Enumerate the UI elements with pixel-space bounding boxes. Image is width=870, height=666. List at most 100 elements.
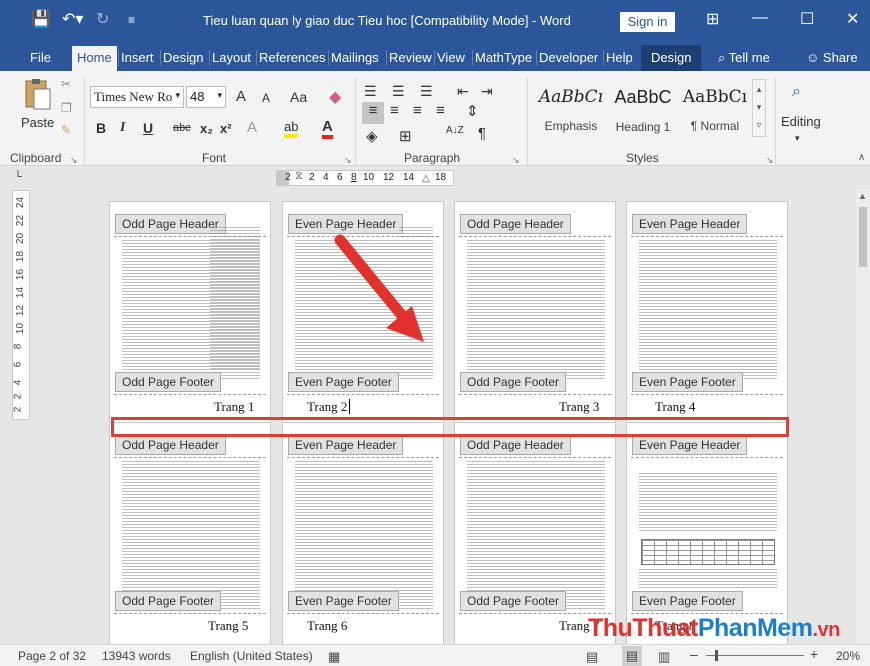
page-header-tag[interactable]: Even Page Header: [632, 435, 748, 455]
dialog-launcher-icon[interactable]: ↘: [344, 155, 352, 166]
paste-button[interactable]: Paste: [21, 115, 54, 130]
macro-recording-icon[interactable]: ▦: [328, 649, 340, 665]
borders-icon[interactable]: ⊞: [399, 127, 412, 145]
zoom-level[interactable]: 20%: [836, 649, 860, 663]
dialog-launcher-icon[interactable]: ↘: [70, 155, 78, 166]
cut-icon[interactable]: ✂: [61, 77, 71, 91]
word-count-status[interactable]: 13943 words: [102, 649, 171, 663]
chevron-down-icon[interactable]: ▾: [175, 90, 180, 101]
copy-icon[interactable]: ❐: [61, 101, 72, 115]
page-footer-tag[interactable]: Odd Page Footer: [460, 591, 567, 611]
tab-review[interactable]: Review: [389, 50, 432, 65]
scroll-up-icon[interactable]: ▲: [858, 191, 867, 201]
italic-button[interactable]: I: [120, 120, 125, 136]
bullets-icon[interactable]: ☰: [364, 83, 377, 100]
tab-view[interactable]: View: [437, 50, 465, 65]
zoom-out-button[interactable]: –: [690, 646, 698, 662]
grow-font-button[interactable]: A: [236, 88, 246, 105]
align-left-icon[interactable]: ≡: [362, 102, 384, 124]
numbering-icon[interactable]: ☰: [392, 83, 405, 100]
shrink-font-button[interactable]: A: [262, 91, 270, 105]
tab-selector-icon[interactable]: └: [14, 171, 22, 183]
tab-developer[interactable]: Developer: [539, 50, 598, 65]
customize-qat-icon[interactable]: ≡: [128, 13, 135, 27]
page-header-tag[interactable]: Odd Page Header: [115, 435, 226, 455]
align-right-icon[interactable]: ≡: [413, 102, 422, 119]
ribbon-display-options-icon[interactable]: ⊞: [706, 9, 719, 29]
page-4[interactable]: Even Page Header Even Page Footer Trang …: [626, 201, 788, 433]
first-line-indent-icon[interactable]: ⧖: [295, 170, 303, 183]
page-6[interactable]: Even Page Header Even Page Footer Trang …: [282, 422, 444, 644]
page-3[interactable]: Odd Page Header Odd Page Footer Trang 3: [454, 201, 616, 433]
undo-icon[interactable]: ↶▾: [62, 9, 83, 29]
paste-icon[interactable]: [20, 77, 54, 110]
read-mode-icon[interactable]: ▤: [586, 649, 598, 665]
style-normal[interactable]: AaBbCı ¶ Normal: [679, 79, 751, 137]
tab-header-footer-design[interactable]: Design: [641, 45, 702, 71]
bold-button[interactable]: B: [96, 120, 106, 136]
print-layout-icon[interactable]: ▤: [622, 646, 642, 666]
editing-button[interactable]: Editing: [781, 114, 821, 129]
font-size-box[interactable]: 48 ▾: [186, 86, 226, 108]
collapse-ribbon-icon[interactable]: ∧: [858, 152, 865, 163]
increase-indent-icon[interactable]: ⇥: [481, 83, 493, 100]
zoom-in-button[interactable]: +: [810, 646, 818, 662]
tab-design[interactable]: Design: [163, 50, 203, 65]
minimize-icon[interactable]: —: [752, 9, 768, 27]
change-case-button[interactable]: Aa: [290, 89, 307, 105]
right-indent-icon[interactable]: △: [422, 173, 430, 184]
page-header-tag[interactable]: Even Page Header: [632, 214, 748, 234]
align-center-icon[interactable]: ≡: [390, 102, 399, 119]
tab-file[interactable]: File: [30, 50, 51, 65]
highlight-color-button[interactable]: ab: [284, 119, 299, 138]
share-button[interactable]: ☺ Share: [806, 50, 858, 65]
tab-layout[interactable]: Layout: [212, 50, 251, 65]
style-emphasis[interactable]: AaBbCı Emphasis: [535, 79, 607, 137]
save-icon[interactable]: 💾: [31, 9, 51, 29]
justify-icon[interactable]: ≡: [436, 102, 445, 119]
clear-formatting-icon[interactable]: ◆: [329, 87, 341, 107]
dialog-launcher-icon[interactable]: ↘: [512, 155, 520, 166]
shading-icon[interactable]: ◈: [366, 127, 378, 145]
underline-button[interactable]: U: [143, 120, 153, 136]
restore-icon[interactable]: ☐: [800, 9, 814, 29]
subscript-button[interactable]: x₂: [200, 121, 213, 136]
dialog-launcher-icon[interactable]: ↘: [766, 155, 774, 166]
tab-home[interactable]: Home: [72, 46, 117, 71]
tab-insert[interactable]: Insert: [121, 50, 154, 65]
zoom-slider-thumb[interactable]: [715, 650, 718, 661]
tell-me-search[interactable]: ⌕ Tell me: [718, 50, 770, 66]
close-icon[interactable]: ✕: [846, 9, 859, 29]
line-spacing-icon[interactable]: ⇕: [466, 102, 479, 120]
tab-mathtype[interactable]: MathType: [475, 50, 532, 65]
tab-help[interactable]: Help: [606, 50, 633, 65]
page-header-tag[interactable]: Odd Page Header: [460, 214, 571, 234]
web-layout-icon[interactable]: ▥: [658, 649, 670, 665]
horizontal-ruler[interactable]: 2 ⧖ 2 4 6 8 10 12 14 △ 18: [276, 170, 454, 186]
page-footer-tag[interactable]: Even Page Footer: [288, 372, 399, 392]
format-painter-icon[interactable]: ✎: [61, 123, 71, 137]
superscript-button[interactable]: x²: [220, 121, 232, 136]
font-color-button[interactable]: A: [322, 118, 333, 139]
page-footer-tag[interactable]: Even Page Footer: [632, 591, 743, 611]
chevron-down-icon[interactable]: ▾: [217, 90, 222, 101]
page-footer-tag[interactable]: Odd Page Footer: [115, 372, 222, 392]
sort-button[interactable]: A↓Z: [446, 126, 464, 136]
vertical-ruler[interactable]: 24 22 20 18 16 14 12 10 8 6 4 2 2: [12, 190, 30, 420]
vertical-scrollbar[interactable]: ▲: [856, 189, 870, 644]
page-footer-tag[interactable]: Even Page Footer: [288, 591, 399, 611]
zoom-slider[interactable]: [706, 655, 804, 656]
style-heading-1[interactable]: AaBbC Heading 1: [607, 79, 679, 137]
page-header-tag[interactable]: Even Page Header: [288, 435, 404, 455]
sign-in-button[interactable]: Sign in: [620, 12, 675, 32]
multilevel-list-icon[interactable]: ☰: [420, 83, 433, 100]
font-family-box[interactable]: Times New Ro ▾: [90, 86, 184, 108]
page-footer-tag[interactable]: Odd Page Footer: [115, 591, 222, 611]
page-footer-tag[interactable]: Even Page Footer: [632, 372, 743, 392]
strikethrough-button[interactable]: abc: [173, 122, 191, 134]
tab-mailings[interactable]: Mailings: [331, 50, 379, 65]
language-status[interactable]: English (United States): [190, 649, 313, 663]
redo-icon[interactable]: ↻: [96, 9, 109, 29]
scrollbar-thumb[interactable]: [859, 207, 867, 267]
page-header-tag[interactable]: Odd Page Header: [460, 435, 571, 455]
